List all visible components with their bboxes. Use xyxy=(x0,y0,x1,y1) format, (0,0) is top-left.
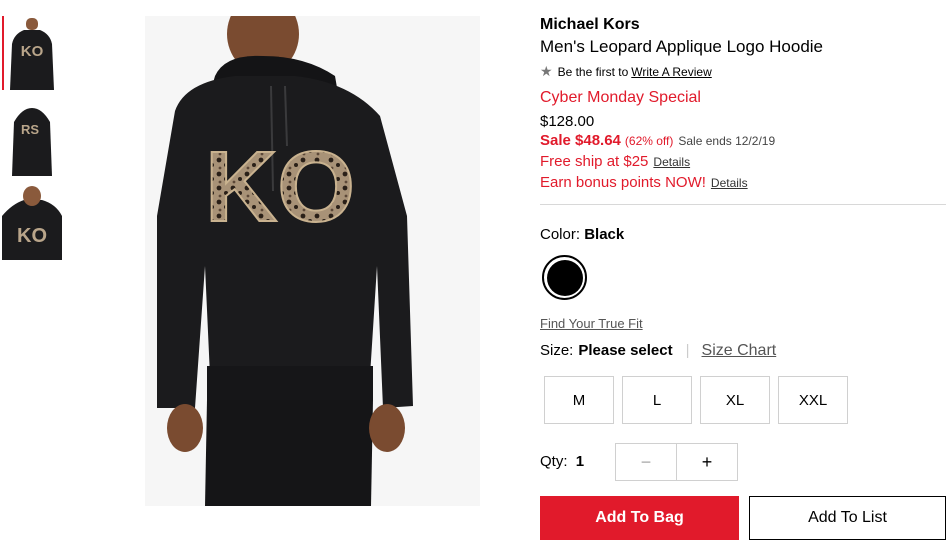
free-shipping-text: Free ship at $25 xyxy=(540,153,649,170)
size-row: Size: Please select | Size Chart xyxy=(540,342,776,360)
quantity-value: 1 xyxy=(575,453,585,470)
original-price: $128.00 xyxy=(540,113,595,130)
quantity-stepper: − + xyxy=(615,443,738,481)
color-label-text: Color: xyxy=(540,226,581,243)
find-true-fit-link[interactable]: Find Your True Fit xyxy=(540,316,643,331)
sale-end-date: Sale ends 12/2/19 xyxy=(678,134,776,148)
thumbnail-front-image: KO xyxy=(2,16,62,90)
write-review-link[interactable]: Write A Review xyxy=(631,65,711,79)
sale-price: Sale $48.64 xyxy=(540,132,621,149)
selected-color: Black xyxy=(584,226,625,243)
bonus-points-text: Earn bonus points NOW! xyxy=(540,174,706,191)
size-option-xl[interactable]: XL xyxy=(700,376,770,424)
bonus-points-offer: Earn bonus points NOW! Details xyxy=(540,174,748,191)
hoodie-illustration: KO xyxy=(145,16,480,506)
divider xyxy=(540,204,946,205)
size-option-xxl[interactable]: XXL xyxy=(778,376,848,424)
decrease-quantity-button[interactable]: − xyxy=(616,444,677,480)
increase-quantity-button[interactable]: + xyxy=(677,444,737,480)
quantity-label-text: Qty: xyxy=(540,453,568,470)
add-to-bag-button[interactable]: Add To Bag xyxy=(540,496,739,540)
free-shipping-details-link[interactable]: Details xyxy=(653,155,690,169)
thumbnail-back-image: RS xyxy=(2,102,62,176)
product-details-panel: Michael Kors Men's Leopard Applique Logo… xyxy=(540,0,946,547)
selected-size: Please select xyxy=(578,342,673,359)
size-label: Size: xyxy=(540,342,574,359)
active-thumbnail-indicator xyxy=(2,16,4,90)
hoodie-logo: KO xyxy=(205,131,355,243)
size-separator: | xyxy=(685,342,690,359)
thumbnail-detail-image: KO xyxy=(2,186,62,260)
size-option-l[interactable]: L xyxy=(622,376,692,424)
svg-text:KO: KO xyxy=(21,43,44,60)
size-option-m[interactable]: M xyxy=(544,376,614,424)
review-row: ★ Be the first to Write A Review xyxy=(540,63,712,80)
thumbnail-back[interactable]: RS xyxy=(2,102,62,176)
star-icon: ★ xyxy=(540,63,553,79)
add-to-list-button[interactable]: Add To List xyxy=(749,496,946,540)
color-label: Color: Black xyxy=(540,226,624,243)
discount-percent: (62% off) xyxy=(624,134,674,148)
promo-label: Cyber Monday Special xyxy=(540,89,701,106)
thumbnail-front[interactable]: KO xyxy=(2,16,62,90)
swatch-fill xyxy=(546,259,583,296)
color-swatch-black[interactable] xyxy=(542,255,587,300)
svg-text:KO: KO xyxy=(17,225,47,247)
free-shipping-offer: Free ship at $25 Details xyxy=(540,153,690,170)
brand-name[interactable]: Michael Kors xyxy=(540,16,640,34)
main-product-image[interactable]: KO xyxy=(145,16,480,506)
thumbnail-detail[interactable]: KO xyxy=(2,186,62,260)
bonus-points-details-link[interactable]: Details xyxy=(711,176,748,190)
review-prefix: Be the first to xyxy=(557,64,629,79)
svg-text:RS: RS xyxy=(21,122,39,137)
quantity-label: Qty: 1 xyxy=(540,453,584,470)
product-title: Men's Leopard Applique Logo Hoodie xyxy=(540,37,824,56)
size-chart-link[interactable]: Size Chart xyxy=(702,342,777,360)
sale-price-row: Sale $48.64 (62% off) Sale ends 12/2/19 xyxy=(540,132,775,149)
